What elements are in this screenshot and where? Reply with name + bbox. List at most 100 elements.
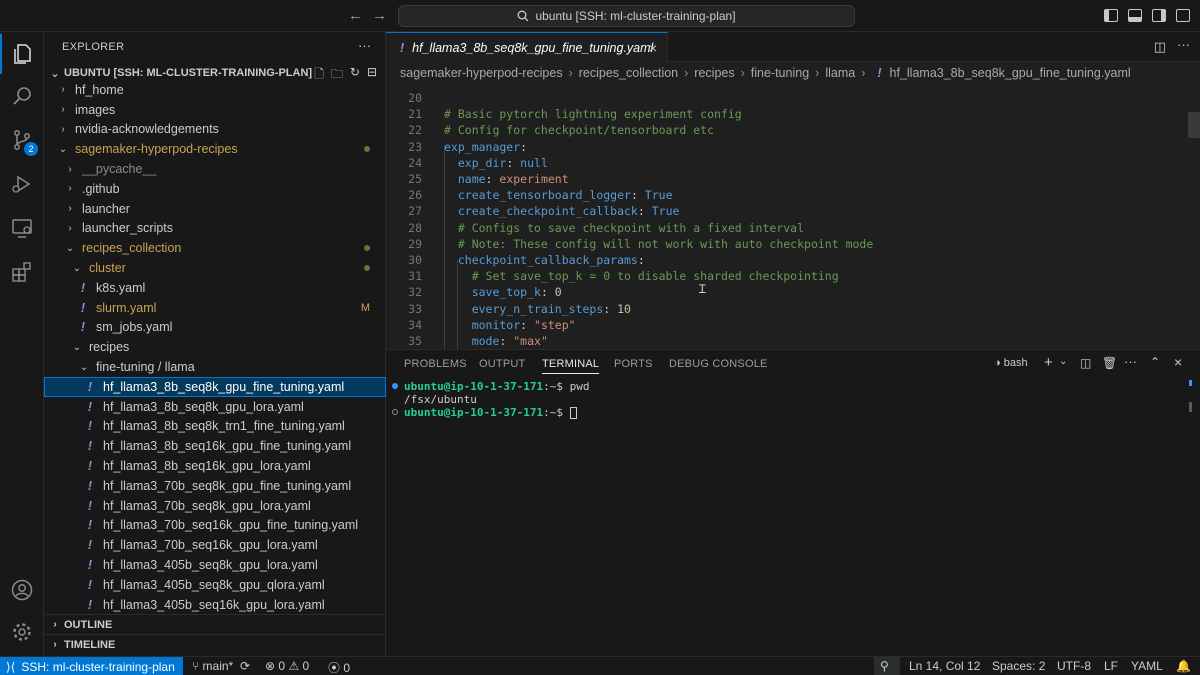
back-arrow-icon[interactable]: ← [348, 7, 363, 24]
tree-folder[interactable]: ⌄ recipes [44, 337, 386, 357]
zoom-indicator[interactable]: ⚲ [874, 657, 900, 675]
yaml-file-icon: ! [877, 66, 882, 80]
tree-item-label: launcher [82, 201, 130, 216]
more-actions-icon[interactable]: ··· [358, 38, 371, 53]
more-actions-icon[interactable]: ··· [1177, 37, 1190, 52]
gear-icon [13, 623, 31, 641]
tree-folder[interactable]: › images [44, 100, 386, 120]
sync-icon[interactable]: ⟳ [240, 659, 250, 673]
tree-file[interactable]: ! hf_llama3_8b_seq8k_gpu_fine_tuning.yaml [44, 376, 386, 397]
close-panel-icon[interactable]: × [1174, 354, 1182, 370]
extensions-activity[interactable] [0, 252, 44, 292]
tab-output[interactable]: OUTPUT [479, 358, 525, 370]
tree-file[interactable]: ! hf_llama3_8b_seq8k_trn1_fine_tuning.yam… [44, 417, 386, 437]
customize-layout-icon[interactable] [1176, 9, 1190, 22]
tree-file[interactable]: ! hf_llama3_70b_seq8k_gpu_lora.yaml [44, 496, 386, 516]
toggle-panel-icon[interactable] [1128, 9, 1142, 22]
tree-folder[interactable]: ⌄ fine-tuning / llama [44, 357, 386, 377]
manage-activity[interactable] [0, 612, 44, 652]
terminal-shell-selector[interactable]: ◑ bash [994, 357, 1028, 369]
split-editor-icon[interactable]: ◫ [1154, 39, 1166, 55]
tree-folder[interactable]: › launcher_scripts [44, 219, 386, 239]
language-mode[interactable]: YAML [1131, 659, 1163, 673]
tree-file[interactable]: ! hf_llama3_70b_seq16k_gpu_fine_tuning.ya… [44, 516, 386, 536]
command-center-search[interactable]: ubuntu [SSH: ml-cluster-training-plan] [398, 5, 855, 27]
tree-folder[interactable]: ⌄ cluster [44, 258, 386, 278]
tree-file[interactable]: ! k8s.yaml [44, 278, 386, 298]
timeline-section[interactable]: › TIMELINE [44, 634, 386, 654]
breadcrumb-item[interactable]: recipes_collection [579, 66, 678, 80]
tree-file[interactable]: ! slurm.yaml M [44, 298, 386, 318]
shell-name: bash [1003, 357, 1028, 369]
remote-explorer-icon [12, 219, 32, 238]
run-debug-activity[interactable] [0, 164, 44, 204]
source-control-activity[interactable]: 2 [0, 120, 44, 160]
tab-terminal[interactable]: TERMINAL [542, 358, 600, 374]
tree-file[interactable]: ! hf_llama3_8b_seq8k_gpu_lora.yaml [44, 397, 386, 417]
toggle-secondary-sidebar-icon[interactable] [1152, 9, 1166, 22]
toggle-primary-sidebar-icon[interactable] [1104, 9, 1118, 22]
tab-problems[interactable]: PROBLEMS [404, 358, 467, 370]
trash-icon[interactable]: 🗑 [1102, 356, 1117, 370]
yaml-file-icon: ! [87, 518, 93, 533]
tab-ports[interactable]: PORTS [614, 358, 653, 370]
more-actions-icon[interactable]: ··· [1124, 354, 1137, 369]
editor-tab[interactable]: ! hf_llama3_8b_seq8k_gpu_fine_tuning.yam… [386, 32, 668, 62]
tree-folder[interactable]: › hf_home [44, 80, 386, 100]
ports-indicator[interactable]: ⦿ 0 [328, 659, 350, 675]
line-number: 33 [408, 301, 422, 316]
breadcrumb-item[interactable]: recipes [694, 66, 734, 80]
encoding[interactable]: UTF-8 [1057, 659, 1091, 673]
tree-file[interactable]: ! hf_llama3_405b_seq16k_gpu_lora.yaml [44, 595, 386, 615]
indentation[interactable]: Spaces: 2 [992, 659, 1045, 673]
cursor-position[interactable]: Ln 14, Col 12 [909, 659, 980, 673]
tree-folder[interactable]: › nvidia-acknowledgements [44, 120, 386, 140]
explorer-activity[interactable] [0, 34, 44, 74]
search-activity[interactable] [0, 76, 44, 116]
tab-debug-console[interactable]: DEBUG CONSOLE [669, 358, 768, 370]
remote-indicator[interactable]: ⟩⟨ SSH: ml-cluster-training-plan [0, 657, 183, 675]
outline-section[interactable]: › OUTLINE [44, 614, 386, 634]
code-text: # Set save_top_k = 0 to disable sharded … [444, 268, 839, 284]
breadcrumb-item[interactable]: sagemaker-hyperpod-recipes [400, 66, 563, 80]
tree-file[interactable]: ! hf_llama3_405b_seq8k_gpu_qlora.yaml [44, 575, 386, 595]
terminal-scrollbar-thumb[interactable] [1189, 402, 1192, 412]
problems-indicator[interactable]: ⊗ 0 ⚠ 0 [265, 659, 309, 673]
tree-folder[interactable]: › .github [44, 179, 386, 199]
tree-folder[interactable]: ⌄ sagemaker-hyperpod-recipes [44, 139, 386, 159]
explorer-sidebar: EXPLORER ··· ⌄ UBUNTU [SSH: ML-CLUSTER-T… [44, 32, 386, 656]
new-terminal-icon[interactable]: + [1044, 354, 1053, 371]
broadcast-icon: ⦿ [328, 661, 341, 675]
breadcrumb-item[interactable]: fine-tuning [751, 66, 809, 80]
remote-explorer-activity[interactable] [0, 208, 44, 248]
tree-file[interactable]: ! hf_llama3_8b_seq16k_gpu_fine_tuning.yam… [44, 436, 386, 456]
code-editor[interactable]: 20 21 # Basic pytorch lightning experiment… [386, 84, 1200, 349]
activity-bar: 2 [0, 32, 44, 656]
branch-indicator[interactable]: ⑂ main* [192, 659, 233, 673]
chevron-down-icon[interactable]: ⌄ [1059, 356, 1067, 367]
close-icon[interactable]: × [649, 40, 657, 56]
tree-file[interactable]: ! hf_llama3_405b_seq8k_gpu_lora.yaml [44, 555, 386, 575]
chevron-down-icon: ⌄ [58, 143, 68, 155]
tree-file[interactable]: ! sm_jobs.yaml [44, 318, 386, 338]
forward-arrow-icon[interactable]: → [372, 7, 387, 24]
maximize-panel-icon[interactable]: ⌃ [1150, 355, 1160, 369]
code-token: 10 [617, 301, 631, 316]
breadcrumb-item[interactable]: hf_llama3_8b_seq8k_gpu_fine_tuning.yaml [890, 66, 1131, 80]
accounts-activity[interactable] [0, 570, 44, 610]
tree-folder[interactable]: › launcher [44, 199, 386, 219]
tree-folder[interactable]: ⌄ recipes_collection [44, 238, 386, 258]
editor-scrollbar-thumb[interactable] [1188, 112, 1200, 138]
code-token: exp_dir [444, 155, 507, 170]
tree-file[interactable]: ! hf_llama3_70b_seq8k_gpu_fine_tuning.yam… [44, 476, 386, 496]
chevron-right-icon: › [568, 66, 573, 80]
yaml-file-icon: ! [87, 399, 93, 414]
tree-file[interactable]: ! hf_llama3_8b_seq16k_gpu_lora.yaml [44, 456, 386, 476]
end-of-line[interactable]: LF [1104, 659, 1118, 673]
breadcrumb-item[interactable]: llama [825, 66, 855, 80]
notifications-icon[interactable]: 🔔 [1176, 659, 1191, 673]
tree-folder[interactable]: › __pycache__ [44, 159, 386, 179]
split-terminal-icon[interactable]: ◫ [1080, 356, 1091, 370]
tree-file[interactable]: ! hf_llama3_70b_seq16k_gpu_lora.yaml [44, 535, 386, 555]
chevron-right-icon: › [815, 66, 820, 80]
